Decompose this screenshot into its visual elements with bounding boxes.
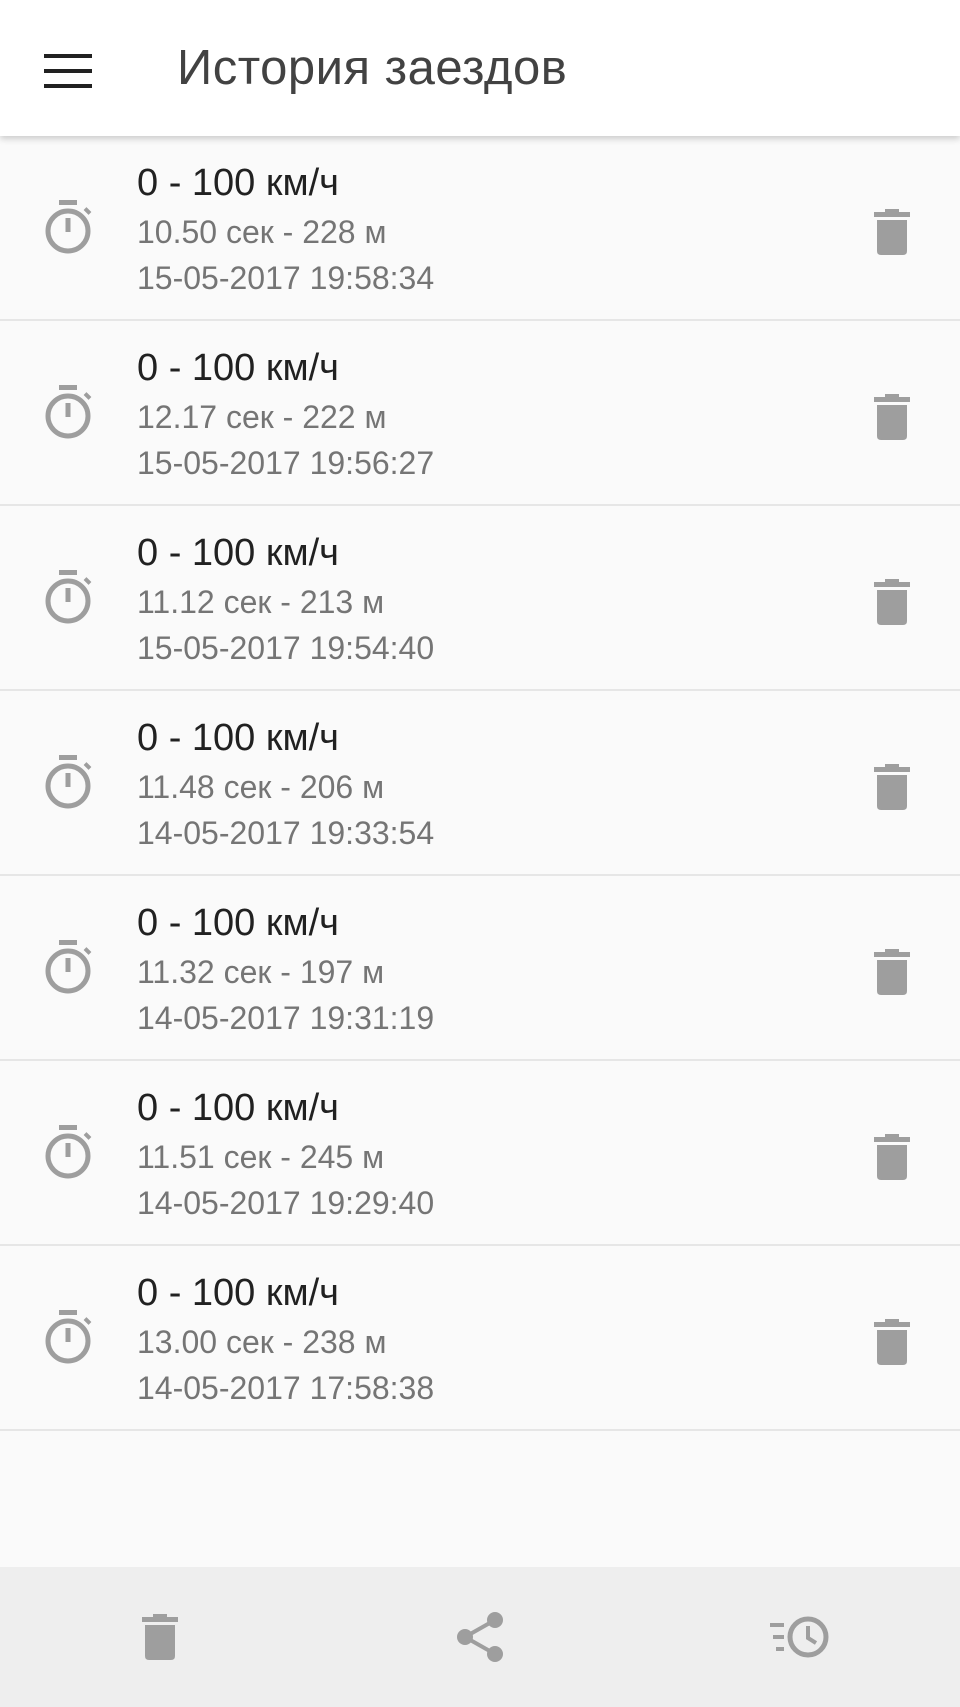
hamburger-menu-icon[interactable]: [22, 25, 114, 117]
stopwatch-icon: [42, 383, 94, 441]
share-button[interactable]: [430, 1587, 530, 1687]
run-date: 14-05-2017 19:29:40: [137, 1185, 435, 1221]
run-result: 10.50 сек - 228 м: [137, 214, 387, 250]
delete-all-button[interactable]: [110, 1587, 210, 1687]
delete-run-button[interactable]: [862, 757, 922, 817]
run-result: 11.32 сек - 197 м: [137, 954, 385, 990]
list-item[interactable]: 0 - 100 км/ч 11.12 сек - 213 м 15-05-201…: [0, 506, 960, 691]
trash-icon: [874, 579, 910, 625]
list-item[interactable]: 0 - 100 км/ч 10.50 сек - 228 м 15-05-201…: [0, 136, 960, 321]
list-item[interactable]: 0 - 100 км/ч 13.00 сек - 238 м 14-05-201…: [0, 1246, 960, 1431]
run-result: 11.48 сек - 206 м: [137, 769, 385, 805]
trash-icon: [874, 949, 910, 995]
run-result: 13.00 сек - 238 м: [137, 1324, 387, 1360]
trash-icon: [874, 1319, 910, 1365]
stopwatch-icon: [42, 1308, 94, 1366]
trash-icon: [874, 209, 910, 255]
run-date: 14-05-2017 19:33:54: [137, 815, 435, 851]
history-button[interactable]: [750, 1587, 850, 1687]
run-title: 0 - 100 км/ч: [137, 347, 339, 389]
run-result: 12.17 сек - 222 м: [137, 399, 387, 435]
run-title: 0 - 100 км/ч: [137, 1272, 339, 1314]
run-date: 15-05-2017 19:58:34: [137, 260, 435, 296]
delete-run-button[interactable]: [862, 572, 922, 632]
stopwatch-icon: [42, 568, 94, 626]
run-date: 14-05-2017 19:31:19: [137, 1000, 435, 1036]
delete-run-button[interactable]: [862, 387, 922, 447]
delete-all-icon: [142, 1614, 178, 1660]
trash-icon: [874, 394, 910, 440]
share-icon: [457, 1612, 503, 1662]
stopwatch-icon: [42, 938, 94, 996]
bottom-action-bar: [0, 1567, 960, 1707]
delete-run-button[interactable]: [862, 1127, 922, 1187]
delete-run-button[interactable]: [862, 1312, 922, 1372]
trash-icon: [874, 764, 910, 810]
delete-run-button[interactable]: [862, 942, 922, 1002]
run-date: 14-05-2017 17:58:38: [137, 1370, 435, 1406]
run-title: 0 - 100 км/ч: [137, 1087, 339, 1129]
run-title: 0 - 100 км/ч: [137, 532, 339, 574]
app-screen: История заездов 0 - 100 км/ч 10.50 сек -…: [0, 0, 960, 1707]
run-title: 0 - 100 км/ч: [137, 162, 339, 204]
history-icon: [770, 1616, 829, 1658]
runs-list: 0 - 100 км/ч 10.50 сек - 228 м 15-05-201…: [0, 136, 960, 1431]
page-title: История заездов: [177, 41, 568, 95]
run-result: 11.12 сек - 213 м: [137, 584, 385, 620]
app-toolbar: История заездов: [0, 0, 960, 136]
run-date: 15-05-2017 19:54:40: [137, 630, 435, 666]
list-item[interactable]: 0 - 100 км/ч 11.32 сек - 197 м 14-05-201…: [0, 876, 960, 1061]
trash-icon: [874, 1134, 910, 1180]
stopwatch-icon: [42, 198, 94, 256]
run-date: 15-05-2017 19:56:27: [137, 445, 435, 481]
delete-run-button[interactable]: [862, 202, 922, 262]
run-result: 11.51 сек - 245 м: [137, 1139, 385, 1175]
list-item[interactable]: 0 - 100 км/ч 11.51 сек - 245 м 14-05-201…: [0, 1061, 960, 1246]
stopwatch-icon: [42, 753, 94, 811]
run-title: 0 - 100 км/ч: [137, 717, 339, 759]
run-title: 0 - 100 км/ч: [137, 902, 339, 944]
list-item[interactable]: 0 - 100 км/ч 11.48 сек - 206 м 14-05-201…: [0, 691, 960, 876]
list-item[interactable]: 0 - 100 км/ч 12.17 сек - 222 м 15-05-201…: [0, 321, 960, 506]
stopwatch-icon: [42, 1123, 94, 1181]
